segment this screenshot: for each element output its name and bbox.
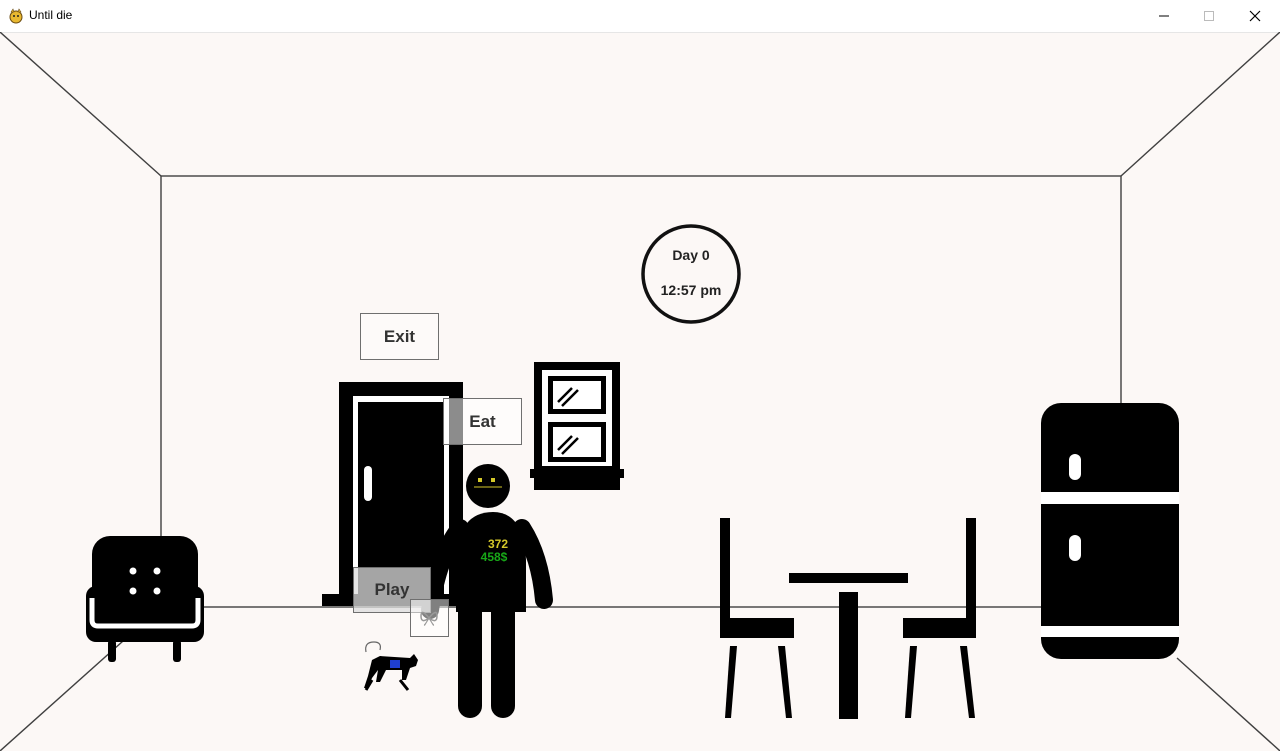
toy-button[interactable] xyxy=(410,599,449,637)
table-icon xyxy=(789,573,908,719)
chair-icon xyxy=(720,518,794,718)
fridge-icon xyxy=(1041,403,1179,659)
armchair-icon xyxy=(86,536,204,662)
time-label: 12:57 pm xyxy=(660,282,722,298)
chair-icon xyxy=(903,518,976,718)
day-label: Day 0 xyxy=(672,247,710,263)
window-title: Until die xyxy=(29,8,73,22)
clock-icon xyxy=(641,224,741,324)
maximize-button[interactable] xyxy=(1186,0,1232,32)
cat-icon xyxy=(364,641,418,691)
butterfly-icon xyxy=(420,611,438,626)
app-icon xyxy=(9,8,23,24)
minimize-button[interactable] xyxy=(1141,0,1187,32)
exit-button[interactable]: Exit xyxy=(360,313,439,360)
window-titlebar: Until die xyxy=(0,0,1280,33)
money-value: 458$ xyxy=(480,550,508,564)
close-icon xyxy=(1249,10,1261,22)
game-canvas: Day 0 12:57 pm 372 458$ Exit Eat Play xyxy=(0,32,1280,751)
eat-button[interactable]: Eat xyxy=(443,398,522,445)
minimize-icon xyxy=(1159,15,1169,17)
energy-value: 372 xyxy=(487,537,509,551)
close-button[interactable] xyxy=(1232,0,1278,32)
maximize-icon xyxy=(1204,11,1214,21)
room-scene xyxy=(0,32,1280,751)
window-icon xyxy=(530,362,624,490)
